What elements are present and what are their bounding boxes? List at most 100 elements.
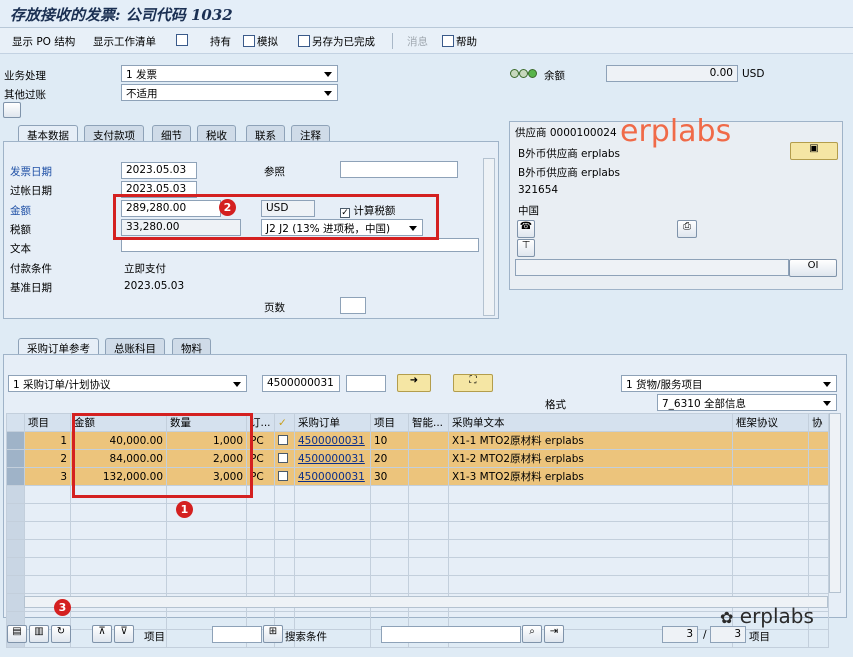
table-vertical-scrollbar[interactable] <box>829 413 841 593</box>
payment-terms-value: 立即支付 <box>124 263 166 275</box>
item-type-select[interactable]: 1 货物/服务项目 <box>621 375 837 392</box>
empty-row[interactable] <box>6 539 829 558</box>
col-text-header[interactable]: 采购单文本 <box>448 413 733 432</box>
tab-po-reference[interactable]: 采购订单参考 <box>18 338 99 355</box>
watermark-bottom: ✿ erplabs <box>720 604 814 628</box>
vendor-print-icon[interactable]: ⎙ <box>677 220 697 238</box>
po-link[interactable]: 4500000031 <box>298 453 365 465</box>
cell-po-item[interactable]: 10 <box>370 431 409 450</box>
page-label: 页数 <box>264 302 285 314</box>
messages-button[interactable]: 消息 <box>407 34 428 49</box>
reference-label: 参照 <box>264 166 285 178</box>
cell-po-item[interactable]: 20 <box>370 449 409 468</box>
find-next-icon[interactable]: ⇥ <box>544 625 564 643</box>
cell-po[interactable]: 4500000031 <box>294 431 371 450</box>
col-po-header[interactable]: 采购订单 <box>294 413 371 432</box>
empty-row[interactable] <box>6 557 829 576</box>
transaction-select[interactable]: 1 发票 <box>121 65 338 82</box>
cell-frame[interactable] <box>732 467 809 486</box>
col-item-header[interactable]: 项目 <box>24 413 71 432</box>
vendor-phone-icon[interactable]: ☎ <box>517 220 535 238</box>
table-horizontal-scrollbar[interactable] <box>24 596 828 608</box>
tab-basic-data[interactable]: 基本数据 <box>18 125 78 142</box>
show-worklist-button[interactable]: 显示工作清单 <box>93 34 156 49</box>
search-criteria-field[interactable] <box>381 626 521 643</box>
cell-agreement[interactable] <box>808 467 829 486</box>
text-field[interactable] <box>121 238 479 252</box>
deselect-all-icon[interactable]: ▥ <box>29 625 49 643</box>
format-select[interactable]: 7_6310 全部信息 <box>657 394 837 411</box>
sort-icon[interactable]: ⊼ <box>92 625 112 643</box>
col-frame-header[interactable]: 框架协议 <box>732 413 809 432</box>
tab-tax[interactable]: 税收 <box>197 125 236 142</box>
execute-arrow-icon[interactable]: ➜ <box>397 374 431 392</box>
empty-row[interactable] <box>6 575 829 594</box>
tab-details[interactable]: 细节 <box>152 125 191 142</box>
find-icon[interactable]: ⌕ <box>522 625 542 643</box>
cell-frame[interactable] <box>732 449 809 468</box>
selector-header[interactable] <box>6 413 25 432</box>
col-agreement-header[interactable]: 协 <box>808 413 829 432</box>
cell-po[interactable]: 4500000031 <box>294 467 371 486</box>
simulate-button[interactable]: 模拟 <box>243 34 278 49</box>
save-complete-button[interactable]: 另存为已完成 <box>298 34 375 49</box>
empty-row[interactable] <box>6 503 829 522</box>
cell-text[interactable]: X1-3 MTO2原材料 erplabs <box>448 467 733 486</box>
cell-po-item[interactable]: 30 <box>370 467 409 486</box>
cell-item[interactable]: 1 <box>24 431 71 450</box>
col-check-header[interactable]: ✓ <box>274 413 295 432</box>
empty-row[interactable] <box>6 521 829 540</box>
cell-item[interactable]: 2 <box>24 449 71 468</box>
open-items-button[interactable]: OI <box>789 259 837 277</box>
row-selector[interactable] <box>6 467 25 486</box>
search-criteria-icon[interactable]: ⊞ <box>263 625 283 643</box>
invoice-date-field[interactable]: 2023.05.03 <box>121 162 197 179</box>
reference-field[interactable] <box>340 161 458 178</box>
refresh-icon[interactable]: ↻ <box>51 625 71 643</box>
tab-payment[interactable]: 支付款项 <box>84 125 144 142</box>
tab-contact[interactable]: 联系 <box>246 125 285 142</box>
cell-po[interactable]: 4500000031 <box>294 449 371 468</box>
po-number-field[interactable]: 4500000031 <box>262 375 340 392</box>
cell-check[interactable] <box>274 431 295 450</box>
filter-icon[interactable]: ⊽ <box>114 625 134 643</box>
cell-smart[interactable] <box>408 449 449 468</box>
help-button[interactable]: 帮助 <box>442 34 477 49</box>
panel-scrollbar[interactable] <box>483 158 495 316</box>
footer-item-field[interactable] <box>212 626 262 643</box>
cell-check[interactable] <box>274 449 295 468</box>
annotation-badge-2: 2 <box>219 199 236 216</box>
tab-gl-account[interactable]: 总账科目 <box>105 338 165 355</box>
page-field[interactable] <box>340 297 366 314</box>
cell-item[interactable]: 3 <box>24 467 71 486</box>
show-po-structure-button[interactable]: 显示 PO 结构 <box>12 34 75 49</box>
tab-material[interactable]: 物料 <box>172 338 211 355</box>
row-selector[interactable] <box>6 449 25 468</box>
vendor-detail-button[interactable]: ▣ <box>790 142 838 160</box>
po-link[interactable]: 4500000031 <box>298 471 365 483</box>
select-all-icon[interactable]: ▤ <box>7 625 27 643</box>
hold-button[interactable]: 持有 <box>210 34 231 49</box>
save-icon <box>298 35 310 47</box>
cell-smart[interactable] <box>408 431 449 450</box>
annotation-box-1 <box>72 413 253 498</box>
po-item-field[interactable] <box>346 375 386 392</box>
cell-smart[interactable] <box>408 467 449 486</box>
cell-frame[interactable] <box>732 431 809 450</box>
vendor-filter-icon[interactable]: ⊤ <box>517 239 535 257</box>
tab-notes[interactable]: 注释 <box>291 125 330 142</box>
po-link[interactable]: 4500000031 <box>298 435 365 447</box>
reference-type-select[interactable]: 1 采购订单/计划协议 <box>8 375 247 392</box>
multi-select-icon[interactable]: ⛶ <box>453 374 493 392</box>
col-smart-header[interactable]: 智能... <box>408 413 449 432</box>
tree-icon[interactable] <box>176 34 190 47</box>
cell-agreement[interactable] <box>808 431 829 450</box>
folder-icon[interactable] <box>3 102 21 118</box>
cell-text[interactable]: X1-2 MTO2原材料 erplabs <box>448 449 733 468</box>
other-posting-select[interactable]: 不适用 <box>121 84 338 101</box>
row-selector[interactable] <box>6 431 25 450</box>
cell-text[interactable]: X1-1 MTO2原材料 erplabs <box>448 431 733 450</box>
col-po-item-header[interactable]: 项目 <box>370 413 409 432</box>
cell-check[interactable] <box>274 467 295 486</box>
cell-agreement[interactable] <box>808 449 829 468</box>
